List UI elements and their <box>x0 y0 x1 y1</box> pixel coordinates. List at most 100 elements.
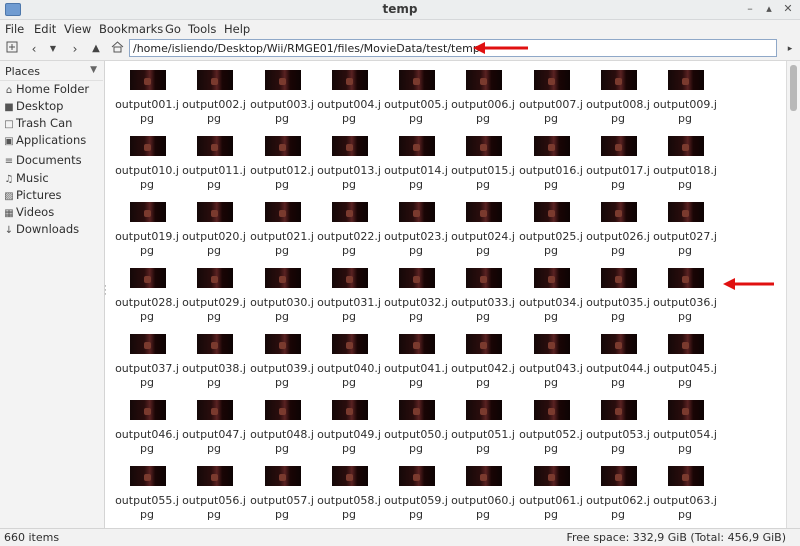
image-thumbnail <box>130 136 166 156</box>
file-item[interactable]: output024.jpg <box>449 202 517 264</box>
file-item[interactable]: output052.jpg <box>517 400 585 462</box>
home-icon[interactable] <box>108 40 126 58</box>
file-item[interactable]: output022.jpg <box>315 202 383 264</box>
file-item[interactable]: output056.jpg <box>180 466 248 528</box>
file-item[interactable]: output023.jpg <box>382 202 450 264</box>
back-icon[interactable]: ‹ <box>25 40 43 58</box>
file-item[interactable]: output041.jpg <box>382 334 450 396</box>
file-item[interactable]: output013.jpg <box>315 136 383 198</box>
sidebar-item-desktop[interactable]: ■ Desktop <box>4 99 63 115</box>
file-item[interactable]: output001.jpg <box>113 70 181 132</box>
file-name: output015.jpg <box>451 164 515 191</box>
image-thumbnail <box>668 400 704 420</box>
file-item[interactable]: output032.jpg <box>382 268 450 330</box>
file-item[interactable]: output007.jpg <box>517 70 585 132</box>
file-item[interactable]: output036.jpg <box>651 268 719 330</box>
file-item[interactable]: output005.jpg <box>382 70 450 132</box>
file-item[interactable]: output028.jpg <box>113 268 181 330</box>
file-item[interactable]: output019.jpg <box>113 202 181 264</box>
file-item[interactable]: output027.jpg <box>651 202 719 264</box>
file-item[interactable]: output003.jpg <box>248 70 316 132</box>
file-item[interactable]: output008.jpg <box>584 70 652 132</box>
file-item[interactable]: output014.jpg <box>382 136 450 198</box>
address-bar[interactable] <box>129 39 777 57</box>
file-item[interactable]: output059.jpg <box>382 466 450 528</box>
history-dropdown-icon[interactable]: ▼ <box>44 40 62 58</box>
file-item[interactable]: output021.jpg <box>248 202 316 264</box>
close-icon[interactable]: ✕ <box>780 1 796 17</box>
file-item[interactable]: output038.jpg <box>180 334 248 396</box>
file-item[interactable]: output034.jpg <box>517 268 585 330</box>
file-item[interactable]: output035.jpg <box>584 268 652 330</box>
file-item[interactable]: output047.jpg <box>180 400 248 462</box>
go-button[interactable]: ▸ <box>781 40 799 58</box>
file-item[interactable]: output029.jpg <box>180 268 248 330</box>
file-item[interactable]: output037.jpg <box>113 334 181 396</box>
file-item[interactable]: output053.jpg <box>584 400 652 462</box>
file-item[interactable]: output017.jpg <box>584 136 652 198</box>
file-item[interactable]: output057.jpg <box>248 466 316 528</box>
places-selector[interactable]: Places ▼ <box>0 62 103 81</box>
file-item[interactable]: output016.jpg <box>517 136 585 198</box>
menu-file[interactable]: File <box>5 22 24 36</box>
file-item[interactable]: output039.jpg <box>248 334 316 396</box>
file-item[interactable]: output049.jpg <box>315 400 383 462</box>
file-item[interactable]: output062.jpg <box>584 466 652 528</box>
image-thumbnail <box>130 70 166 90</box>
vertical-scrollbar[interactable] <box>786 61 800 528</box>
file-item[interactable]: output018.jpg <box>651 136 719 198</box>
new-tab-icon[interactable] <box>3 40 21 58</box>
minimize-icon[interactable]: – <box>742 1 758 17</box>
scrollbar-thumb[interactable] <box>790 65 797 111</box>
file-item[interactable]: output045.jpg <box>651 334 719 396</box>
file-item[interactable]: output009.jpg <box>651 70 719 132</box>
file-item[interactable]: output015.jpg <box>449 136 517 198</box>
file-item[interactable]: output020.jpg <box>180 202 248 264</box>
menu-bookmarks[interactable]: Bookmarks <box>99 22 163 36</box>
sidebar-item-music[interactable]: ♫ Music <box>4 171 49 187</box>
file-item[interactable]: output012.jpg <box>248 136 316 198</box>
file-item[interactable]: output025.jpg <box>517 202 585 264</box>
file-item[interactable]: output061.jpg <box>517 466 585 528</box>
maximize-icon[interactable]: ▴ <box>761 1 777 17</box>
menu-view[interactable]: View <box>64 22 91 36</box>
music-icon: ♫ <box>4 174 14 185</box>
file-item[interactable]: output010.jpg <box>113 136 181 198</box>
file-item[interactable]: output058.jpg <box>315 466 383 528</box>
file-item[interactable]: output054.jpg <box>651 400 719 462</box>
sidebar-item-downloads[interactable]: ↓ Downloads <box>4 222 79 238</box>
menu-edit[interactable]: Edit <box>34 22 56 36</box>
file-item[interactable]: output004.jpg <box>315 70 383 132</box>
sidebar-item-trash[interactable]: □ Trash Can <box>4 116 72 132</box>
file-item[interactable]: output060.jpg <box>449 466 517 528</box>
menu-go[interactable]: Go <box>165 22 181 36</box>
file-item[interactable]: output048.jpg <box>248 400 316 462</box>
file-item[interactable]: output050.jpg <box>382 400 450 462</box>
file-item[interactable]: output026.jpg <box>584 202 652 264</box>
menu-tools[interactable]: Tools <box>188 22 216 36</box>
file-item[interactable]: output011.jpg <box>180 136 248 198</box>
sidebar-item-documents[interactable]: ≡ Documents <box>4 153 82 169</box>
path-input[interactable] <box>133 41 773 55</box>
file-item[interactable]: output046.jpg <box>113 400 181 462</box>
file-item[interactable]: output051.jpg <box>449 400 517 462</box>
file-item[interactable]: output002.jpg <box>180 70 248 132</box>
up-icon[interactable]: ▲ <box>87 40 105 58</box>
file-item[interactable]: output033.jpg <box>449 268 517 330</box>
file-item[interactable]: output063.jpg <box>651 466 719 528</box>
file-item[interactable]: output031.jpg <box>315 268 383 330</box>
sidebar-item-videos[interactable]: ▦ Videos <box>4 205 54 221</box>
sidebar-item-home-folder[interactable]: ⌂ Home Folder <box>4 82 89 98</box>
file-item[interactable]: output040.jpg <box>315 334 383 396</box>
file-item[interactable]: output030.jpg <box>248 268 316 330</box>
sidebar-item-applications[interactable]: ▣ Applications <box>4 133 86 149</box>
file-item[interactable]: output044.jpg <box>584 334 652 396</box>
menu-help[interactable]: Help <box>224 22 250 36</box>
file-item[interactable]: output006.jpg <box>449 70 517 132</box>
file-name: output001.jpg <box>115 98 179 125</box>
file-item[interactable]: output055.jpg <box>113 466 181 528</box>
sidebar-item-pictures[interactable]: ▨ Pictures <box>4 188 61 204</box>
forward-icon[interactable]: › <box>66 40 84 58</box>
file-item[interactable]: output042.jpg <box>449 334 517 396</box>
file-item[interactable]: output043.jpg <box>517 334 585 396</box>
